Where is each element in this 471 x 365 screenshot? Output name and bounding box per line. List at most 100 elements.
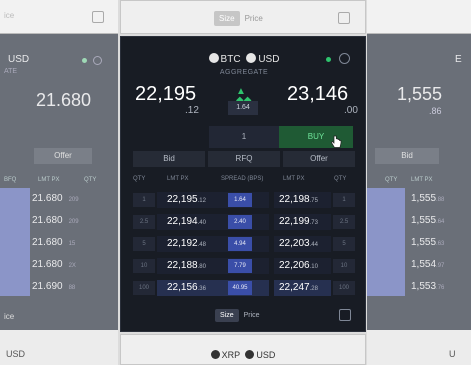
- right-small-price: .86: [429, 106, 442, 116]
- list-item[interactable]: 1,555.64: [411, 210, 444, 230]
- xrp-icon: [210, 350, 220, 359]
- header-lmt-right: LMT PX: [283, 176, 305, 182]
- row-spread: 4.94: [228, 237, 252, 251]
- right-currency: E: [455, 54, 462, 65]
- bottom-size-price-toggle[interactable]: Size Price: [215, 307, 265, 323]
- row-qty-right: 1: [333, 193, 355, 207]
- left-ticket-body: USD ATE 21.680 Offer BFQ LMT PX QTY 21.6…: [0, 34, 118, 330]
- expand-icon[interactable]: [92, 11, 104, 23]
- list-item[interactable]: 21.680 209: [32, 188, 79, 208]
- usd-icon: [245, 350, 255, 359]
- next-base-currency: XRP: [221, 350, 240, 360]
- list-item[interactable]: 1,555.63: [411, 232, 444, 252]
- list-item[interactable]: 21.680 2X: [32, 254, 79, 274]
- table-row[interactable]: 10 22,188.80 7.79 22,206.10 10: [133, 256, 355, 276]
- row-ask-price[interactable]: 22,203.44: [279, 236, 318, 252]
- row-qty-left: 2.5: [133, 215, 155, 229]
- right-big-price: 1,555: [397, 84, 443, 104]
- row-ask-price[interactable]: 22,199.73: [279, 214, 318, 230]
- left-hdr-lmt: LMT PX: [38, 177, 60, 183]
- ask-price-big[interactable]: 23,146: [287, 83, 348, 106]
- table-row[interactable]: 5 22,192.48 4.94 22,203.44 5: [133, 234, 355, 254]
- header-lmt-left: LMT PX: [167, 176, 189, 182]
- toggle-size[interactable]: Size: [215, 308, 239, 322]
- row-qty-left: 5: [133, 237, 155, 251]
- left-hdr-qty: QTY: [84, 177, 97, 183]
- action-row: Bid RFQ Offer: [133, 151, 355, 167]
- left-bottom-bar: ice USD: [0, 312, 118, 365]
- row-bid-price[interactable]: 22,192.48: [167, 236, 206, 252]
- right-hdr-qty: QTY: [385, 177, 398, 183]
- status-dot: [326, 57, 331, 62]
- bid-price-small: .12: [185, 105, 199, 116]
- list-item[interactable]: 1,555.88: [411, 188, 444, 208]
- list-item[interactable]: 21.680 209: [32, 210, 79, 230]
- left-depth-bar: [0, 188, 30, 296]
- left-hdr-bfq: BFQ: [4, 177, 17, 183]
- gear-icon[interactable]: [339, 53, 350, 64]
- header-spread: SPREAD (BPS): [221, 176, 264, 182]
- left-bottom-toggle: ice: [4, 312, 15, 321]
- usd-icon: [246, 53, 257, 63]
- right-bottom-currency: U: [449, 349, 456, 359]
- row-qty-left: 1: [133, 193, 155, 207]
- left-bottom-currency: USD: [6, 349, 26, 359]
- ask-price-small: .00: [344, 105, 358, 116]
- left-toggle-label: ice: [4, 11, 15, 20]
- gear-icon[interactable]: [93, 56, 102, 65]
- aggregate-label: AGGREGATE: [219, 69, 269, 76]
- right-top-bar: [367, 0, 471, 34]
- expand-icon[interactable]: [338, 12, 350, 24]
- rfq-button[interactable]: RFQ: [208, 151, 280, 167]
- expand-icon[interactable]: [339, 309, 351, 321]
- row-ask-price[interactable]: 22,198.75: [279, 192, 318, 208]
- row-bid-price[interactable]: 22,194.40: [167, 214, 206, 230]
- row-bid-price[interactable]: 22,188.80: [167, 258, 206, 274]
- right-bid-button[interactable]: Bid: [375, 148, 439, 164]
- btc-icon: [208, 53, 219, 63]
- next-quote-currency: USD: [256, 350, 276, 360]
- trading-grid: ice USD ATE 21.680 Offer BFQ LMT PX QTY …: [0, 0, 471, 365]
- base-currency: BTC: [220, 54, 241, 65]
- spread-badge: ▲◆◆ 1.64: [228, 87, 258, 117]
- row-bid-price[interactable]: 22,156.36: [167, 280, 206, 296]
- list-item[interactable]: 1,554.97: [411, 254, 444, 274]
- left-top-bar: ice: [0, 0, 118, 34]
- row-spread: 7.79: [228, 259, 252, 273]
- status-dot: [82, 58, 87, 63]
- left-ladder: 21.680 209 21.680 209 21.680 15 21.680 2X 21…: [32, 188, 79, 298]
- toggle-size[interactable]: Size: [214, 10, 240, 26]
- row-qty-right: 100: [333, 281, 355, 295]
- list-item[interactable]: 21.680 15: [32, 232, 79, 252]
- hand-cursor-icon: [331, 135, 342, 148]
- row-qty-right: 5: [333, 237, 355, 251]
- toggle-price[interactable]: Price: [240, 11, 268, 26]
- quantity-input[interactable]: 1: [209, 126, 279, 148]
- list-item[interactable]: 1,553.76: [411, 276, 444, 296]
- price-ladder: 1 22,195.12 1.64 22,198.75 1 2.5 22,194.…: [133, 190, 355, 300]
- row-qty-left: 100: [133, 281, 155, 295]
- left-sub-label: ATE: [4, 68, 18, 75]
- row-spread: 1.64: [228, 193, 252, 207]
- right-bottom-bar: U: [367, 330, 471, 365]
- offer-button[interactable]: Offer: [283, 151, 355, 167]
- next-currency-pair: XRP USD: [120, 350, 366, 360]
- left-offer-button[interactable]: Offer: [34, 148, 92, 164]
- left-big-price: 21.680: [36, 90, 92, 110]
- size-price-toggle[interactable]: Size Price: [214, 10, 268, 26]
- row-bid-price[interactable]: 22,195.12: [167, 192, 206, 208]
- row-ask-price[interactable]: 22,247.28: [279, 280, 318, 296]
- row-ask-price[interactable]: 22,206.10: [279, 258, 318, 274]
- center-top-bar: Size Price: [120, 0, 366, 34]
- right-depth-bar: [367, 188, 405, 296]
- table-row[interactable]: 1 22,195.12 1.64 22,198.75 1: [133, 190, 355, 210]
- toggle-price[interactable]: Price: [239, 309, 265, 322]
- table-row[interactable]: 2.5 22,194.40 2.40 22,199.73 2.5: [133, 212, 355, 232]
- table-row[interactable]: 100 22,156.36 40.95 22,247.28 100: [133, 278, 355, 298]
- header-qty-left: QTY: [133, 176, 146, 182]
- bid-button[interactable]: Bid: [133, 151, 205, 167]
- bid-price-big[interactable]: 22,195: [135, 83, 196, 106]
- list-item[interactable]: 21.690 88: [32, 276, 79, 296]
- row-qty-left: 10: [133, 259, 155, 273]
- left-currency: USD: [8, 54, 30, 65]
